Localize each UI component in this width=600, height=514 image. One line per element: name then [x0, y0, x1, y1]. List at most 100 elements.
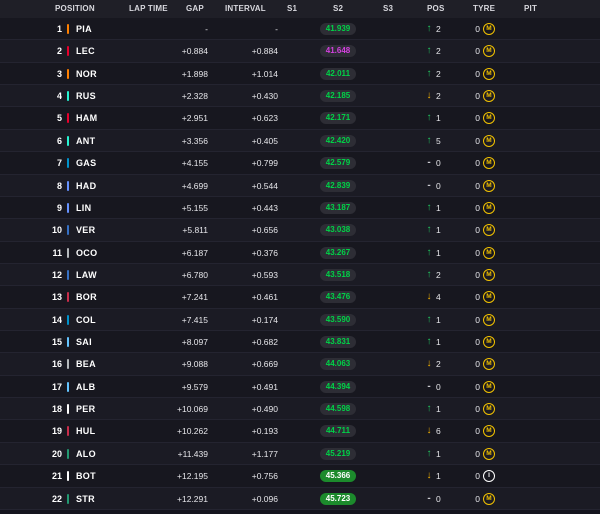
team-color-bar [67, 225, 69, 236]
team-color-bar [67, 269, 69, 280]
driver-code: BEA [76, 359, 96, 370]
header-s2[interactable]: S2 [333, 4, 343, 13]
position-number: 15 [51, 337, 62, 348]
driver-code: NOR [76, 68, 97, 79]
team-color-bar [67, 404, 69, 415]
team-color-bar [67, 180, 69, 191]
table-row[interactable]: 20 ALO +11.439 +1.177 45.219 ↑ 1 0 M [0, 442, 600, 466]
gap-value: +6.780 [181, 269, 208, 280]
position-number: 20 [51, 448, 62, 459]
position-number: 10 [51, 225, 62, 236]
intermediate-tyre-icon: I [483, 470, 495, 483]
sector2-time: 43.267 [320, 246, 356, 259]
timing-table: 1 PIA - -41.939 ↑ 2 0 M 2 LEC +0.884 +0.884 41.648 ↑ 2… [0, 18, 600, 510]
position-change-value: 2 [436, 269, 441, 280]
team-color-bar [67, 426, 69, 437]
interval-value: +0.593 [251, 269, 278, 280]
sector2-time: 43.038 [320, 224, 356, 237]
team-color-bar [67, 381, 69, 392]
position-change-value: 1 [436, 448, 441, 459]
position-number: 19 [51, 426, 62, 437]
table-row[interactable]: 13 BOR +7.241 +0.461 43.476 ↓ 4 0 M [0, 286, 600, 309]
driver-code: ALB [76, 381, 96, 392]
table-row[interactable]: 8 HAD +4.699 +0.544 42.839-0 0 M [0, 174, 600, 197]
header-position[interactable]: POSITION [55, 4, 95, 13]
driver-code: VER [76, 225, 96, 236]
interval-value: +0.884 [251, 46, 278, 57]
table-row[interactable]: 22 STR +12.291 +0.096 45.723-0 0 M [0, 487, 600, 510]
driver-code: GAS [76, 158, 97, 169]
header-gap[interactable]: GAP [186, 4, 204, 13]
interval-value: +0.756 [251, 471, 278, 482]
position-change-value: 0 [436, 158, 441, 169]
table-row[interactable]: 7 GAS +4.155 +0.799 42.579-0 0 M [0, 152, 600, 175]
tyre-compound-letter: M [486, 270, 492, 278]
sector2-time: 41.939 [320, 23, 356, 35]
header-tyre[interactable]: TYRE [473, 4, 495, 13]
table-row[interactable]: 12 LAW +6.780 +0.593 43.518 ↑ 2 0 M [0, 263, 600, 287]
table-row[interactable]: 18 PER +10.069 +0.490 44.598 ↑ 1 0 M [0, 398, 600, 421]
table-row[interactable]: 15 SAI +8.097 +0.682 43.831 ↑ 1 0 M [0, 331, 600, 354]
tyre-age: 0 [475, 68, 480, 79]
table-row[interactable]: 21 BOT +12.195 +0.756 45.366 ↓ 1 0 I [0, 465, 600, 488]
table-row[interactable]: 2 LEC +0.884 +0.884 41.648 ↑ 2 0 M [0, 40, 600, 63]
sector2-time: 42.839 [320, 179, 356, 192]
position-change-arrow-icon: ↑ [426, 268, 432, 280]
position-change-value: 2 [436, 46, 441, 57]
table-row[interactable]: 11 OCO +6.187 +0.376 43.267 ↑ 1 0 M [0, 241, 600, 264]
gap-value: +5.155 [181, 202, 208, 213]
position-change-arrow-icon: ↓ [426, 425, 432, 437]
tyre-age: 0 [475, 404, 480, 415]
tyre-age: 0 [475, 91, 480, 102]
header-pos[interactable]: POS [427, 4, 445, 13]
sector2-time: 45.723 [320, 492, 356, 505]
position-number: 18 [51, 404, 62, 415]
medium-tyre-icon: M [483, 425, 495, 438]
table-row[interactable]: 9 LIN +5.155 +0.443 43.187 ↑ 1 0 M [0, 196, 600, 220]
driver-code: OCO [76, 247, 98, 258]
interval-value: +0.193 [251, 426, 278, 437]
tyre-compound-letter: M [486, 92, 492, 100]
medium-tyre-icon: M [483, 224, 495, 237]
tyre-compound-letter: M [486, 181, 492, 189]
position-change-arrow-icon: - [427, 157, 431, 169]
tyre-age: 0 [475, 46, 480, 57]
table-row[interactable]: 10 VER +5.811 +0.656 43.038 ↑ 1 0 M [0, 219, 600, 242]
table-row[interactable]: 3 NOR +1.898 +1.014 42.011 ↑ 2 0 M [0, 62, 600, 86]
position-change-value: 1 [436, 225, 441, 236]
header-s3[interactable]: S3 [383, 4, 393, 13]
gap-value: +8.097 [181, 337, 208, 348]
gap-value: +9.579 [181, 381, 208, 392]
table-row[interactable]: 16 BEA +9.088 +0.669 44.063 ↓ 2 0 M [0, 353, 600, 376]
header-lap-time[interactable]: LAP TIME [129, 4, 168, 13]
header-s1[interactable]: S1 [287, 4, 297, 13]
sector2-time: 43.831 [320, 336, 356, 349]
table-row[interactable]: 19 HUL +10.262 +0.193 44.711 ↓ 6 0 M [0, 420, 600, 443]
sector2-time: 43.518 [320, 268, 356, 281]
tyre-age: 0 [475, 314, 480, 325]
position-change-value: 1 [436, 337, 441, 348]
team-color-bar [67, 292, 69, 303]
table-row[interactable]: 6 ANT +3.356 +0.405 42.420 ↑ 5 0 M [0, 129, 600, 153]
header-pit[interactable]: PIT [524, 4, 537, 13]
table-row[interactable]: 4 RUS +2.328 +0.430 42.185 ↓ 2 0 M [0, 85, 600, 108]
team-color-bar [67, 471, 69, 482]
table-row[interactable]: 5 HAM +2.951 +0.623 42.171 ↑ 1 0 M [0, 107, 600, 130]
position-change-value: 1 [436, 404, 441, 415]
tyre-age: 0 [475, 113, 480, 124]
table-row[interactable]: 14 COL +7.415 +0.174 43.590 ↑ 1 0 M [0, 308, 600, 332]
sector2-time: 44.711 [320, 425, 356, 438]
position-change-value: 1 [436, 113, 441, 124]
position-number: 14 [51, 314, 62, 325]
tyre-age: 0 [475, 359, 480, 370]
tyre-compound-letter: M [486, 494, 492, 502]
sector2-time: 44.598 [320, 403, 356, 416]
position-change-arrow-icon: - [427, 492, 431, 504]
position-change-arrow-icon: ↑ [426, 403, 432, 415]
table-row[interactable]: 17 ALB +9.579 +0.491 44.394-0 0 M [0, 375, 600, 399]
position-change-arrow-icon: ↑ [426, 67, 432, 79]
header-interval[interactable]: INTERVAL [225, 4, 266, 13]
position-number: 21 [51, 471, 62, 482]
table-row[interactable]: 1 PIA - - 41.939 ↑ 2 0 M [0, 18, 600, 41]
tyre-compound-letter: I [488, 472, 490, 480]
